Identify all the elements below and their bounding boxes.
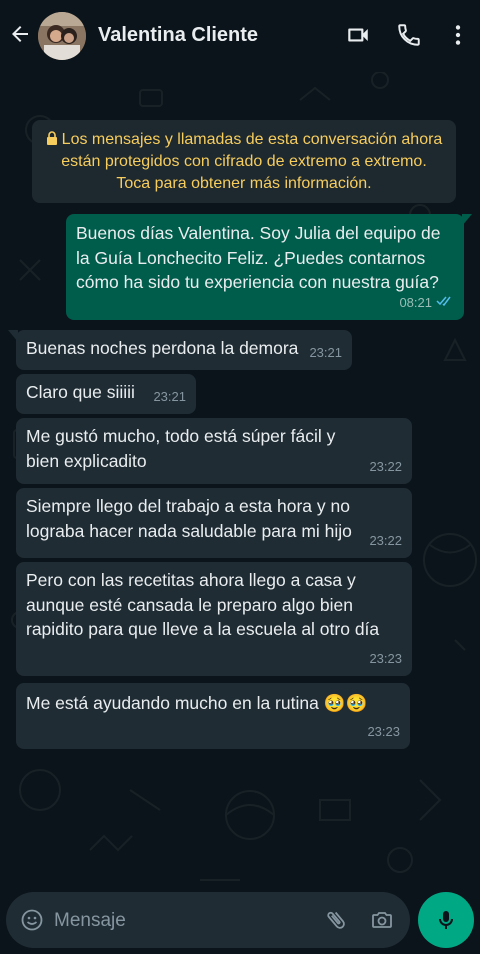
message-time: 08:21	[399, 294, 432, 310]
avatar[interactable]	[38, 12, 86, 60]
message-meta: 23:21	[309, 341, 342, 366]
back-arrow-icon[interactable]	[8, 22, 32, 46]
message-meta: 23:23	[369, 647, 402, 672]
message-time: 23:23	[369, 650, 402, 666]
message-text: Buenos días Valentina. Soy Julia del equ…	[76, 223, 441, 292]
message-time: 23:21	[153, 388, 186, 404]
voice-message-button[interactable]	[418, 892, 474, 948]
message-incoming[interactable]: Buenas noches perdona la demora 23:21	[8, 330, 352, 370]
message-meta: 08:21	[399, 291, 454, 316]
message-time: 23:23	[367, 723, 400, 739]
read-ticks-icon	[436, 291, 454, 316]
message-time: 23:21	[309, 344, 342, 360]
message-input[interactable]	[52, 906, 306, 936]
message-list[interactable]: Los mensajes y llamadas de esta conversa…	[0, 72, 480, 882]
message-meta: 23:21	[153, 385, 186, 410]
video-call-icon[interactable]	[345, 22, 371, 48]
bubble-tail	[8, 330, 18, 342]
message-text: Me está ayudando mucho en la rutina 🥹🥹	[26, 693, 368, 713]
encryption-notice[interactable]: Los mensajes y llamadas de esta conversa…	[32, 120, 456, 203]
message-composer	[6, 892, 410, 948]
message-text: Siempre llego del trabajo a esta hora y …	[26, 496, 352, 541]
message-incoming[interactable]: Me está ayudando mucho en la rutina 🥹🥹 2…	[16, 683, 410, 749]
attach-icon[interactable]	[324, 908, 348, 932]
chat-header: Valentina Cliente	[0, 0, 480, 72]
more-vert-icon[interactable]	[445, 22, 471, 48]
message-incoming[interactable]: Me gustó mucho, todo está súper fácil y …	[16, 418, 412, 484]
message-incoming[interactable]: Pero con las recetitas ahora llego a cas…	[16, 562, 412, 676]
message-incoming[interactable]: Siempre llego del trabajo a esta hora y …	[16, 488, 412, 558]
message-time: 23:22	[369, 532, 402, 548]
bubble-tail	[462, 214, 472, 226]
encryption-notice-text: Los mensajes y llamadas de esta conversa…	[61, 131, 443, 192]
message-time: 23:22	[369, 458, 402, 474]
message-meta: 23:22	[369, 529, 402, 554]
lock-icon	[46, 130, 58, 145]
emoji-icon[interactable]	[20, 908, 44, 932]
camera-icon[interactable]	[370, 908, 394, 932]
message-outgoing[interactable]: Buenos días Valentina. Soy Julia del equ…	[66, 214, 472, 320]
phone-icon[interactable]	[396, 22, 422, 48]
mic-icon	[434, 908, 458, 932]
contact-name[interactable]: Valentina Cliente	[98, 24, 258, 47]
message-text: Me gustó mucho, todo está súper fácil y …	[26, 426, 336, 471]
message-text: Pero con las recetitas ahora llego a cas…	[26, 570, 380, 639]
message-text: Buenas noches perdona la demora	[26, 338, 299, 358]
message-incoming[interactable]: Claro que siiiii 23:21	[16, 374, 196, 414]
message-meta: 23:23	[367, 720, 400, 745]
message-meta: 23:22	[369, 455, 402, 480]
